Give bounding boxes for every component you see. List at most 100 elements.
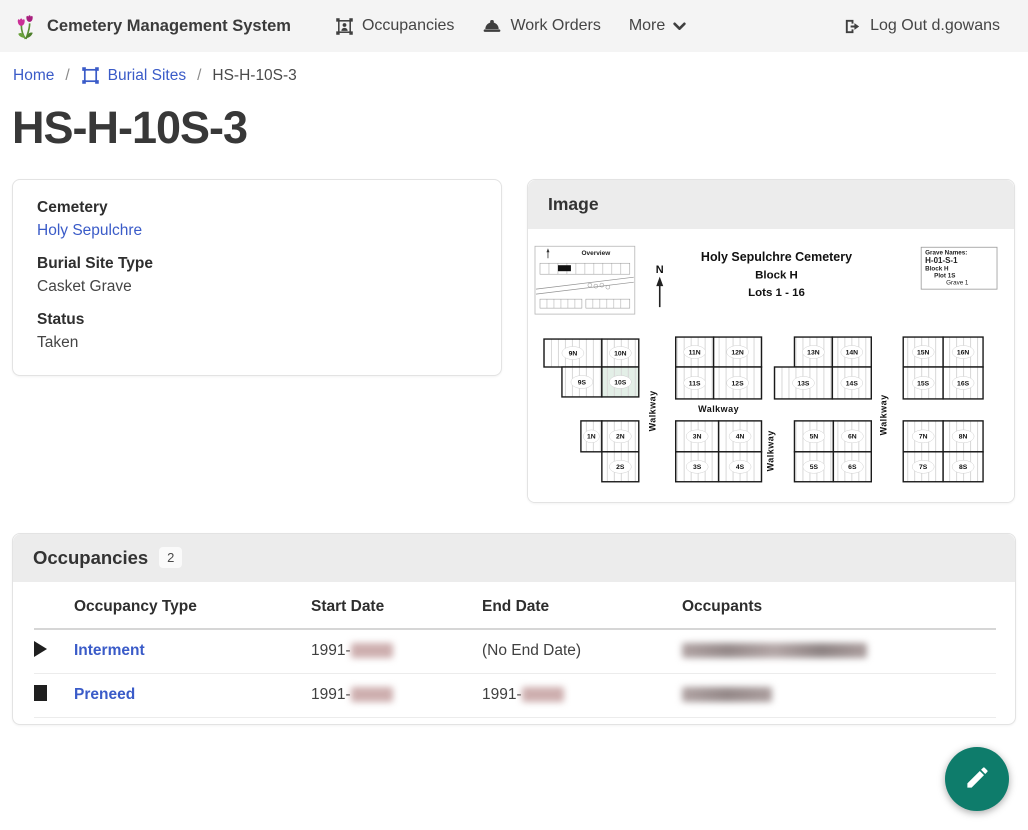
svg-text:14N: 14N [846,349,859,356]
nav-item-label: Work Orders [510,17,600,35]
content-row: Cemetery Holy Sepulchre Burial Site Type… [0,179,1028,503]
breadcrumb-separator: / [65,67,69,85]
column-header: Occupancy Type [74,584,311,629]
start-date-prefix: 1991- [311,686,351,703]
svg-text:Plot 1S: Plot 1S [934,272,955,279]
svg-text:9S: 9S [578,379,587,386]
table-row: Interment 1991- (No End Date) [34,629,996,674]
breadcrumb: Home / Burial Sites / HS-H-10S-3 [0,52,1028,93]
svg-text:4S: 4S [736,464,745,471]
breadcrumb-current: HS-H-10S-3 [212,67,296,85]
svg-text:3N: 3N [693,433,702,440]
play-icon [34,641,47,657]
svg-text:2N: 2N [616,433,625,440]
nav-item-label: More [629,17,665,35]
occupancies-icon [335,17,354,36]
svg-text:10N: 10N [614,350,627,357]
svg-text:N: N [656,264,664,276]
nav-item-work-orders[interactable]: Work Orders [482,17,600,35]
svg-text:12N: 12N [731,349,744,356]
redacted-start-date [351,687,393,702]
svg-text:13S: 13S [797,380,810,387]
svg-text:Holy Sepulchre Cemetery: Holy Sepulchre Cemetery [701,250,852,264]
details-card: Cemetery Holy Sepulchre Burial Site Type… [12,179,502,376]
svg-text:7S: 7S [919,464,928,471]
chevron-down-icon [673,22,686,31]
svg-text:H-01-S-1: H-01-S-1 [925,256,958,265]
field-label: Cemetery [37,199,477,217]
svg-text:Block H: Block H [755,269,798,281]
svg-text:7N: 7N [919,433,928,440]
field-status: Status Taken [37,311,477,352]
nav-item-label: Occupancies [362,17,455,35]
occupancy-type-link[interactable]: Preneed [74,686,135,703]
table-row: Preneed 1991- 1991- [34,673,996,717]
svg-text:16N: 16N [957,349,970,356]
logout-icon [843,17,862,36]
svg-text:9N: 9N [569,350,578,357]
svg-text:Block H: Block H [925,265,949,272]
svg-text:Grave 1: Grave 1 [946,279,969,286]
field-burial-site-type: Burial Site Type Casket Grave [37,255,477,296]
top-navbar: Cemetery Management System Occupancies W [0,0,1028,52]
column-header-icon [34,584,74,629]
redacted-end-date [522,687,564,702]
svg-text:Overview: Overview [581,250,611,257]
image-card: Image Overview N Holy Sepulchre Cemetery Bl… [527,179,1015,503]
logout-label: Log Out d.gowans [870,17,1000,35]
field-label: Burial Site Type [37,255,477,273]
svg-text:Lots 1 - 16: Lots 1 - 16 [748,287,805,299]
svg-text:10S: 10S [614,379,627,386]
column-header: Occupants [682,584,996,629]
burial-sites-icon [81,66,100,85]
cemetery-link[interactable]: Holy Sepulchre [37,222,142,239]
field-value: Taken [37,334,477,352]
svg-text:Walkway: Walkway [698,403,739,413]
burial-site-map-image[interactable]: Overview N Holy Sepulchre Cemetery Block H L… [528,229,1014,502]
svg-text:6S: 6S [848,464,857,471]
occupancies-table: Occupancy Type Start Date End Date Occup… [34,584,996,718]
breadcrumb-burial-sites-link[interactable]: Burial Sites [81,66,186,85]
field-cemetery: Cemetery Holy Sepulchre [37,199,477,240]
occupancies-card: Occupancies 2 Occupancy Type Start Date … [12,533,1016,725]
svg-text:11S: 11S [689,380,701,387]
svg-text:11N: 11N [689,349,701,356]
pencil-icon [964,764,991,794]
svg-text:6N: 6N [848,433,857,440]
image-card-header: Image [528,180,1014,229]
logout-button[interactable]: Log Out d.gowans [843,17,1000,36]
breadcrumb-burial-sites-label: Burial Sites [108,67,186,85]
redacted-start-date [351,643,393,658]
occupancies-count-badge: 2 [159,547,182,568]
occupancy-type-link[interactable]: Interment [74,642,145,659]
app-logo-home-link[interactable]: Cemetery Management System [14,13,291,40]
svg-text:5S: 5S [810,464,819,471]
table-header-row: Occupancy Type Start Date End Date Occup… [34,584,996,629]
end-date: (No End Date) [482,642,581,659]
column-header: Start Date [311,584,482,629]
svg-text:3S: 3S [693,464,702,471]
svg-text:8N: 8N [959,433,968,440]
breadcrumb-home-link[interactable]: Home [13,67,54,85]
field-value: Casket Grave [37,278,477,296]
end-date-prefix: 1991- [482,686,522,703]
work-orders-icon [482,18,502,35]
svg-text:15S: 15S [917,380,930,387]
svg-text:Walkway: Walkway [765,430,775,471]
svg-text:Walkway: Walkway [878,394,888,435]
column-header: End Date [482,584,682,629]
stop-icon [34,685,47,701]
nav-item-more[interactable]: More [629,17,686,35]
svg-text:4N: 4N [736,433,745,440]
redacted-occupants [682,687,772,702]
page-title: HS-H-10S-3 [12,103,1016,153]
svg-text:14S: 14S [846,380,859,387]
edit-fab-button[interactable] [945,747,1009,811]
tulip-logo-icon [14,13,37,40]
svg-text:5N: 5N [810,433,819,440]
svg-text:8S: 8S [959,464,968,471]
occupancies-header: Occupancies 2 [13,534,1015,582]
svg-text:15N: 15N [917,349,930,356]
svg-text:13N: 13N [807,349,820,356]
nav-item-occupancies[interactable]: Occupancies [335,17,455,36]
